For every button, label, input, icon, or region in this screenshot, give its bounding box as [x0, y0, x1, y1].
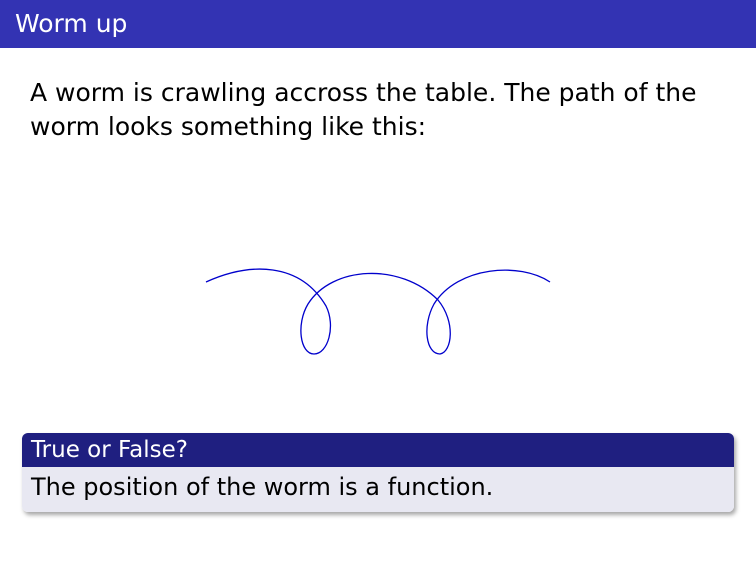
block-header: True or False?: [22, 433, 734, 467]
slide-title-bar: Worm up: [0, 0, 756, 48]
worm-path-svg: [205, 268, 551, 355]
block-title: True or False?: [31, 437, 188, 463]
slide-body-text: A worm is crawling accross the table. Th…: [30, 78, 697, 141]
block-body: The position of the worm is a function.: [22, 467, 734, 512]
block-statement: The position of the worm is a function.: [31, 473, 494, 501]
worm-path-curve: [205, 268, 551, 355]
slide-title: Worm up: [15, 9, 128, 38]
true-false-block: True or False? The position of the worm …: [22, 433, 734, 512]
worm-path-figure: [200, 260, 556, 360]
